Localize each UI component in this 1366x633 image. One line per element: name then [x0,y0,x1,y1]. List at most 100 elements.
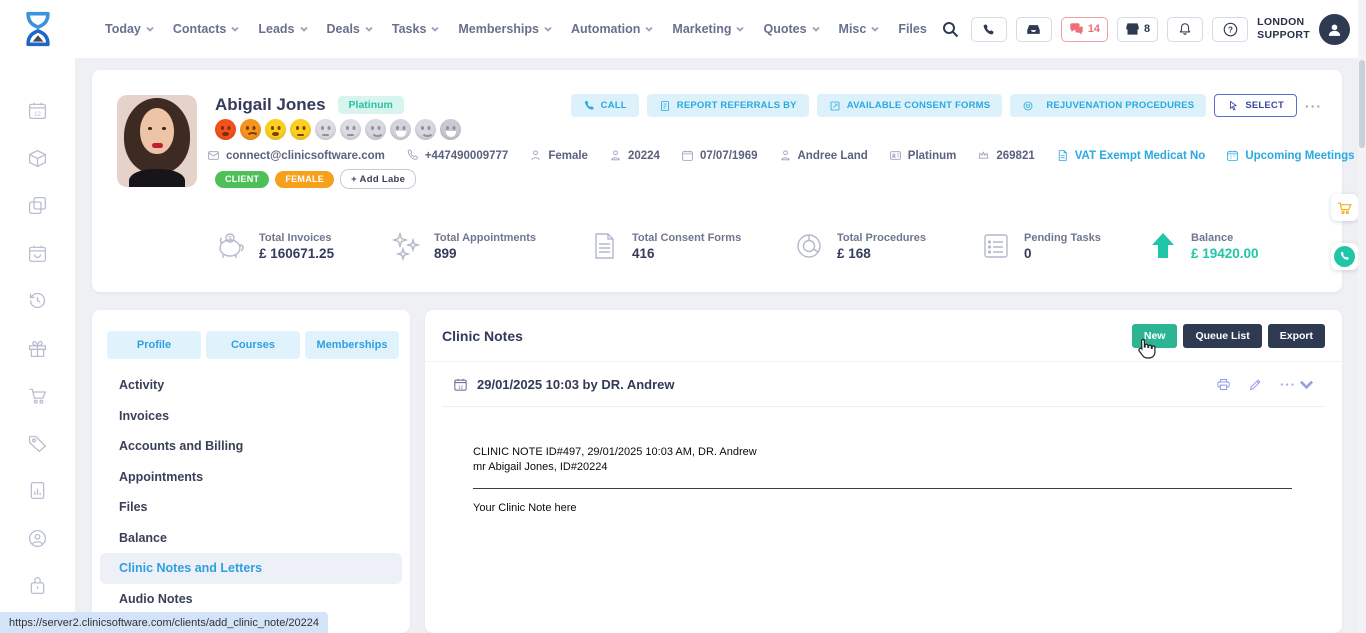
nav-tasks[interactable]: Tasks [392,22,440,36]
menu-invoices[interactable]: Invoices [100,401,402,432]
id-card-icon [889,149,902,162]
client-id: 20224 [609,149,660,162]
print-icon[interactable] [1216,377,1231,392]
history-icon[interactable] [27,290,48,311]
nav-deals[interactable]: Deals [327,22,373,36]
edit-icon[interactable] [1248,377,1263,392]
vat-exempt-link[interactable]: VAT Exempt Medicat No [1056,149,1206,162]
nav-misc[interactable]: Misc [839,22,880,36]
user-target-icon[interactable] [27,528,48,549]
report-referrals-button[interactable]: REPORT REFERRALS BY [647,94,809,117]
icon-rail: 12 [0,58,75,633]
copy-icon[interactable] [27,195,48,216]
chevron-down-icon [871,25,879,33]
mood-upset-icon[interactable] [265,119,286,140]
upcoming-meetings-link[interactable]: Upcoming Meetings [1226,149,1354,162]
client-phone[interactable]: +447490009777 [406,149,508,162]
select-button[interactable]: SELECT [1214,94,1297,117]
menu-activity[interactable]: Activity [100,370,402,401]
account-name: LONDON SUPPORT [1257,16,1310,42]
mail-icon [207,149,220,162]
nav-automation[interactable]: Automation [571,22,653,36]
nav-today[interactable]: Today [105,22,154,36]
menu-audio-notes[interactable]: Audio Notes [100,584,402,615]
tab-courses[interactable]: Courses [206,331,300,359]
sparkles-icon [390,230,422,262]
call-button[interactable]: CALL [571,94,639,117]
rejuvenation-button[interactable]: REJUVENATION PROCEDURES [1010,94,1206,117]
calendar-icon [1226,149,1239,162]
tab-memberships[interactable]: Memberships [305,331,399,359]
tab-profile[interactable]: Profile [107,331,201,359]
arrow-up-icon [1147,230,1179,262]
scrollbar-thumb[interactable] [1359,60,1365,148]
inbox-button[interactable] [1016,17,1052,42]
chat-button[interactable]: 14 [1061,17,1108,42]
nav-marketing[interactable]: Marketing [672,22,744,36]
mood-angry-icon[interactable] [215,119,236,140]
chat-count-badge: 14 [1088,23,1100,35]
booking-icon[interactable] [27,243,48,264]
lock-icon[interactable] [27,575,48,596]
new-note-button[interactable]: New [1132,324,1178,348]
menu-files[interactable]: Files [100,492,402,523]
cube-icon[interactable] [27,148,48,169]
phone-fab-button[interactable] [1331,243,1358,270]
photo-lips [152,143,163,148]
mood-neutral-icon[interactable] [340,119,361,140]
menu-appointments[interactable]: Appointments [100,462,402,493]
menu-accounts-billing[interactable]: Accounts and Billing [100,431,402,462]
note-meta-line1: CLINIC NOTE ID#497, 29/01/2025 10:03 AM,… [473,445,1292,460]
clinic-notes-header: Clinic Notes New Queue List Export [425,310,1342,362]
nav-contacts[interactable]: Contacts [173,22,239,36]
contact-row: connect@clinicsoftware.com +447490009777… [207,149,1355,162]
client-photo[interactable] [117,95,197,187]
cart-icon[interactable] [27,385,48,406]
note-more-button[interactable]: ··· [1280,377,1314,392]
calendar-icon[interactable]: 12 [27,100,48,121]
nav-quotes[interactable]: Quotes [763,22,819,36]
mood-smile-icon[interactable] [415,119,436,140]
mood-delighted-icon[interactable] [440,119,461,140]
consent-forms-button[interactable]: AVAILABLE CONSENT FORMS [817,94,1003,117]
note-divider [473,488,1292,489]
client-email[interactable]: connect@clinicsoftware.com [207,149,385,162]
menu-balance[interactable]: Balance [100,523,402,554]
user-avatar[interactable] [1319,14,1350,45]
document-icon [1056,149,1069,162]
export-button[interactable]: Export [1268,324,1325,348]
search-icon[interactable] [942,21,959,38]
calendar-icon: 12 [453,377,468,392]
gift-icon[interactable] [27,338,48,359]
nav-leads[interactable]: Leads [258,22,307,36]
mood-neutral-icon[interactable] [290,119,311,140]
menu-clinic-notes[interactable]: Clinic Notes and Letters [100,553,402,584]
stat-pending-tasks: Pending Tasks0 [980,230,1101,262]
add-label-button[interactable]: + Add Labe [340,169,416,189]
top-bar: Today Contacts Leads Deals Tasks Members… [0,0,1366,58]
help-button[interactable]: ? [1212,17,1248,42]
client-dob: 07/07/1969 [681,149,758,162]
notifications-button[interactable] [1167,17,1203,42]
donut-chart-icon [793,230,825,262]
clinicsoftware-logo-icon[interactable] [20,8,56,50]
mood-smile-icon[interactable] [365,119,386,140]
page-scrollbar[interactable] [1358,0,1366,633]
mood-neutral-icon[interactable] [315,119,336,140]
store-button[interactable]: 8 [1117,17,1158,42]
person-icon [1326,21,1343,38]
report-icon[interactable] [27,480,48,501]
checklist-icon [980,230,1012,262]
dialer-button[interactable] [971,17,1007,42]
phone-circle [1334,246,1355,267]
gender-label-badge: FEMALE [275,171,334,188]
mood-sad-icon[interactable] [240,119,261,140]
nav-memberships[interactable]: Memberships [458,22,552,36]
mood-happy-icon[interactable] [390,119,411,140]
more-actions-button[interactable]: ··· [1305,98,1322,114]
client-owner: Andree Land [779,149,868,162]
cart-fab-button[interactable] [1331,194,1358,221]
queue-list-button[interactable]: Queue List [1183,324,1261,348]
nav-files[interactable]: Files [898,22,927,36]
tag-icon[interactable] [27,433,48,454]
